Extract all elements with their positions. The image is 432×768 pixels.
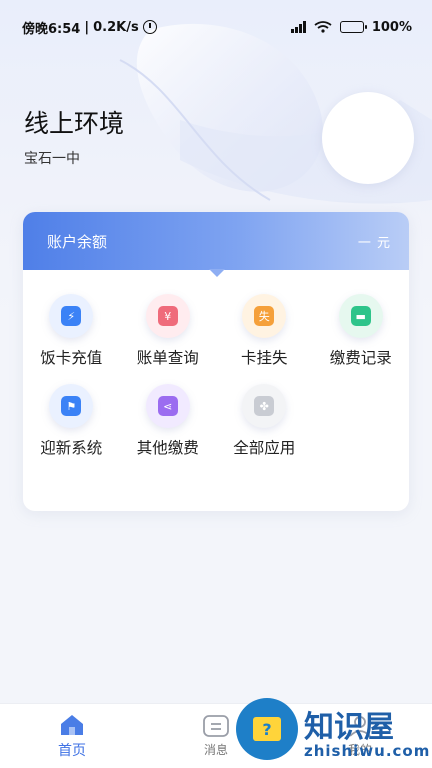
payment-record-glyph: ▬ <box>350 306 371 326</box>
payment-record-icon: ▬ <box>338 294 383 338</box>
flag-glyph: ⚑ <box>61 396 82 416</box>
wifi-icon <box>314 21 332 33</box>
share-glyph: ⋖ <box>157 396 178 416</box>
status-bar: 傍晚6:54 | 0.2K/s 100% <box>0 0 432 54</box>
app-label: 迎新系统 <box>40 439 103 457</box>
status-divider: | <box>84 19 90 35</box>
app-label: 全部应用 <box>233 439 296 457</box>
app-grid: ⚡ 饭卡充值 ¥ 账单查询 失 卡挂失 ▬ 缴费记录 ⚑ 迎新系统 ⋖ 其他缴费… <box>23 294 409 458</box>
app-card-recharge[interactable]: ⚡ 饭卡充值 <box>23 294 120 368</box>
environment-title: 线上环境 <box>24 109 125 138</box>
grid-icon: ✤ <box>242 384 287 428</box>
avatar[interactable] <box>322 92 414 184</box>
service-card: 账户余额 一 元 ⚡ 饭卡充值 ¥ 账单查询 失 卡挂失 ▬ 缴费记录 ⚑ 迎新… <box>23 212 409 511</box>
bill-query-icon: ¥ <box>145 294 190 338</box>
app-bill-query[interactable]: ¥ 账单查询 <box>120 294 217 368</box>
watermark-logo-icon: ? <box>236 698 298 760</box>
app-all-apps[interactable]: ✤ 全部应用 <box>216 384 313 458</box>
card-lost-icon: 失 <box>242 294 287 338</box>
app-welcome-system[interactable]: ⚑ 迎新系统 <box>23 384 120 458</box>
alarm-icon <box>142 20 157 34</box>
watermark-screen: ? <box>253 717 281 741</box>
signal-icon <box>290 21 306 33</box>
watermark-url: zhishiwu.com <box>304 742 431 760</box>
watermark: ? 知识屋 zhishiwu.com <box>236 698 432 768</box>
app-payment-record[interactable]: ▬ 缴费记录 <box>313 294 410 368</box>
status-left: 傍晚6:54 | 0.2K/s <box>22 18 157 37</box>
nav-home-label: 首页 <box>58 742 86 759</box>
flag-icon: ⚑ <box>49 384 94 428</box>
status-right: 100% <box>290 19 412 35</box>
share-icon: ⋖ <box>145 384 190 428</box>
app-other-payment[interactable]: ⋖ 其他缴费 <box>120 384 217 458</box>
balance-label: 账户余额 <box>47 232 108 251</box>
network-speed: 0.2K/s <box>93 19 139 35</box>
app-label: 饭卡充值 <box>40 349 103 367</box>
status-time: 傍晚6:54 <box>22 21 81 37</box>
watermark-title: 知识屋 <box>304 710 394 745</box>
card-recharge-glyph: ⚡ <box>61 306 82 326</box>
battery-level: 100% <box>371 19 412 35</box>
bill-query-glyph: ¥ <box>157 306 178 326</box>
home-icon <box>61 714 83 735</box>
battery-icon <box>339 21 367 33</box>
nav-home[interactable]: 首页 <box>17 713 127 760</box>
card-lost-glyph: 失 <box>254 306 275 326</box>
grid-glyph: ✤ <box>254 396 275 416</box>
app-card-lost[interactable]: 失 卡挂失 <box>216 294 313 368</box>
message-icon <box>203 715 229 737</box>
app-label: 账单查询 <box>136 349 199 367</box>
balance-bar[interactable]: 账户余额 一 元 <box>23 212 409 277</box>
app-label: 卡挂失 <box>240 349 288 367</box>
card-recharge-icon: ⚡ <box>49 294 94 338</box>
school-name: 宝石一中 <box>24 151 80 167</box>
app-label: 其他缴费 <box>136 439 199 457</box>
nav-messages-label: 消息 <box>203 743 228 757</box>
app-label: 缴费记录 <box>329 349 392 367</box>
balance-value: 一 元 <box>357 235 391 251</box>
